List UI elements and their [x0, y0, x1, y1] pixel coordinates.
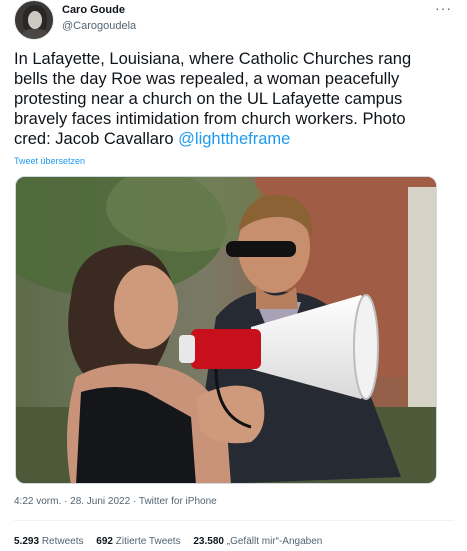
retweets-label: Retweets	[41, 536, 84, 547]
ellipsis-icon[interactable]: ···	[435, 0, 452, 16]
likes-label: „Gefällt mir“-Angaben	[226, 536, 323, 547]
megaphone-body	[191, 329, 261, 369]
tweet-header: Caro Goude @Carogoudela ···	[14, 0, 454, 40]
quotes-stat[interactable]: 692 Zitierte Tweets	[96, 536, 180, 547]
author-names: Caro Goude @Carogoudela	[62, 3, 136, 33]
quotes-label: Zitierte Tweets	[115, 536, 181, 547]
tweet: Caro Goude @Carogoudela ··· In Lafayette…	[0, 0, 467, 551]
sunglasses	[226, 241, 296, 257]
avatar-body	[21, 29, 49, 39]
photo-illustration	[16, 177, 436, 483]
tweet-stats: 5.293 Retweets 692 Zitierte Tweets 23.58…	[14, 536, 332, 547]
likes-count: 23.580	[193, 536, 224, 547]
mention-link[interactable]: @lighttheframe	[178, 130, 290, 148]
retweets-stat[interactable]: 5.293 Retweets	[14, 536, 84, 547]
likes-stat[interactable]: 23.580 „Gefällt mir“-Angaben	[193, 536, 322, 547]
megaphone-rim	[353, 294, 379, 400]
tweet-timestamp[interactable]: 4:22 vorm. · 28. Juni 2022 · Twitter for…	[14, 496, 217, 507]
display-name[interactable]: Caro Goude	[62, 3, 136, 17]
megaphone-mouthpiece	[179, 335, 195, 363]
avatar-face	[28, 11, 42, 29]
retweets-count: 5.293	[14, 536, 40, 547]
translate-link[interactable]: Tweet übersetzen	[14, 156, 85, 166]
quotes-count: 692	[96, 536, 113, 547]
user-handle[interactable]: @Carogoudela	[62, 19, 136, 33]
building-pillar	[408, 187, 436, 437]
avatar[interactable]	[14, 0, 54, 40]
woman-face	[114, 265, 178, 349]
divider	[14, 520, 454, 521]
tweet-text: In Lafayette, Louisiana, where Catholic …	[14, 49, 444, 149]
tweet-photo[interactable]	[15, 176, 437, 484]
